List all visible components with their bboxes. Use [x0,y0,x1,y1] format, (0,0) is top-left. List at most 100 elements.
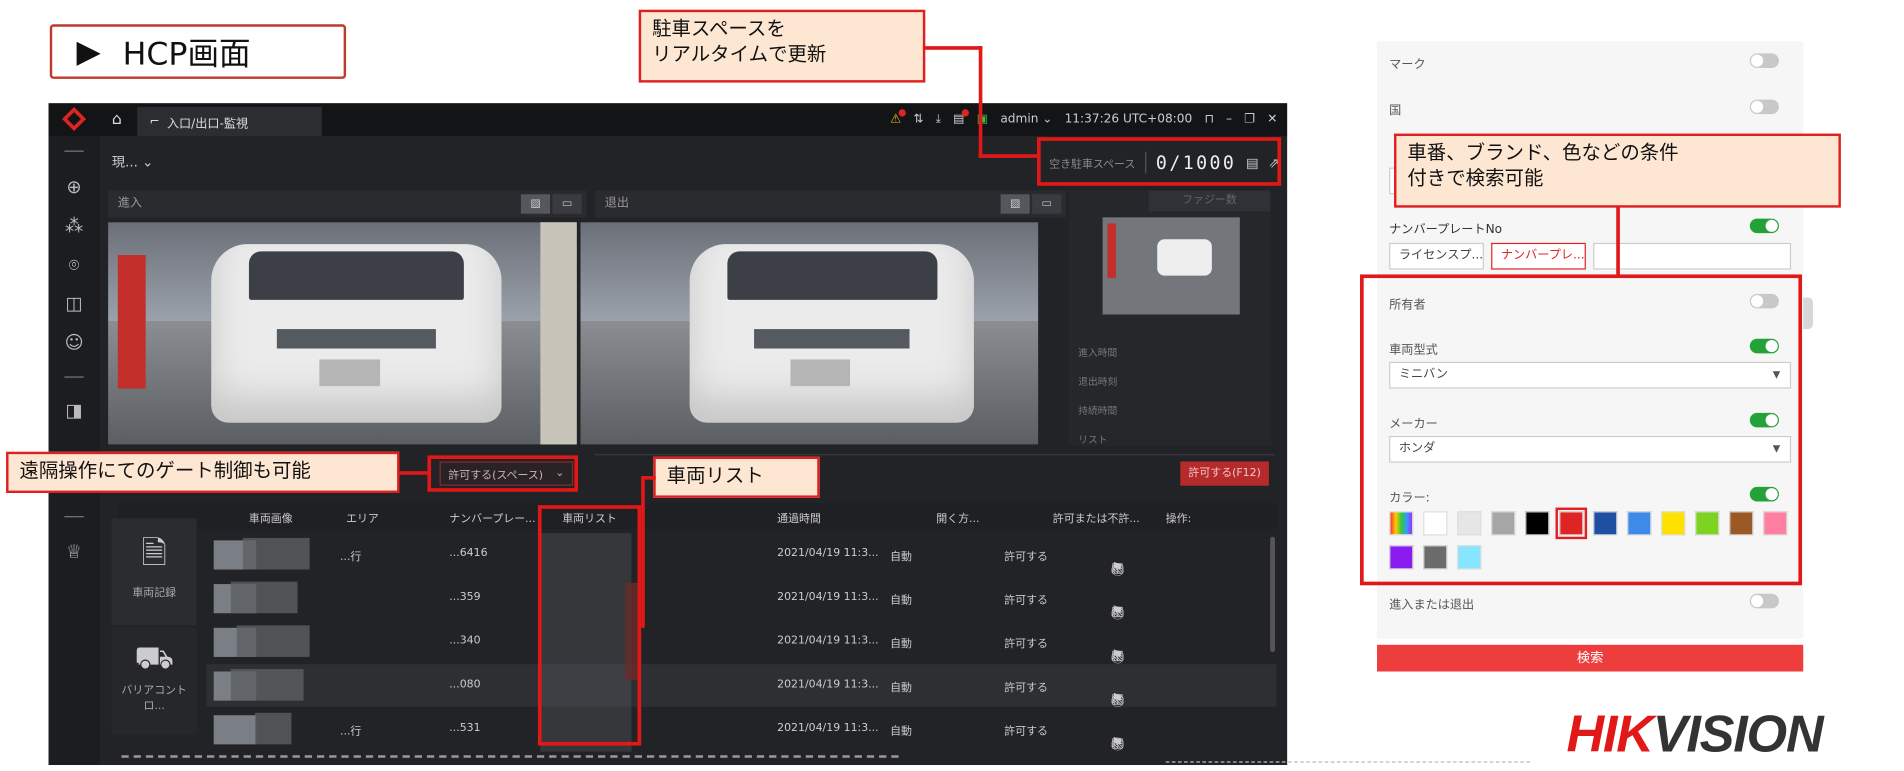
layout-icon[interactable]: ◫ [63,293,85,315]
row-plate: ...080 [449,678,481,691]
nav-separator [64,150,84,152]
annotation-line: 駐車スペースを [652,17,786,41]
row-permit: 許可する [1004,726,1048,739]
network-icon[interactable]: ⁂ [63,215,85,237]
search-icon[interactable]: ⌕ [1111,735,1118,752]
title-bar: ⌂ ⌐ 入口/出口-監視 ⚠ ⇅ ⤓ ▤ ▣ admin ⌄ 11:37:26 … [48,103,1288,137]
close-icon[interactable]: ✕ [1267,113,1277,126]
search-icon[interactable]: ⌕ [1111,560,1118,577]
table-scrollbar[interactable] [1270,536,1276,653]
vehicle-table-header: 車両画像 エリア ナンバープレー... 車両リスト 通過時間 開く方... 許可… [117,502,1278,530]
task-icon[interactable]: ▤ [953,109,971,126]
barrier-icon: ⌐ [149,114,160,129]
globe-icon[interactable]: ⊕ [63,176,85,198]
connector-line [924,46,983,50]
view-selector[interactable]: 現... ⌄ [112,152,154,171]
vehicle-record-icon: 🗎 [141,535,167,572]
row-plate: ...531 [449,722,481,735]
plate-option-number[interactable]: ナンバープレ... [1491,242,1586,270]
plate-toggle[interactable] [1749,218,1779,234]
highlight-allow-button [427,455,579,492]
row-permit: 許可する [1004,638,1048,651]
filter-country: 国 [1389,97,1791,118]
tab-entrance-exit-monitor[interactable]: ⌐ 入口/出口-監視 [137,106,322,137]
filter-plate-no: ナンバープレートNo [1389,216,1791,237]
transfer-icon[interactable]: ⇅ [913,113,923,126]
filter-plate-label: ナンバープレートNo [1389,223,1503,237]
in-out-toggle[interactable] [1749,593,1779,609]
door-icon[interactable]: ◨ [63,400,85,422]
alarm-icon[interactable]: ⚠ [890,109,906,126]
info-exit-time: 退出時刻 [1078,376,1118,388]
country-toggle[interactable] [1749,99,1779,115]
connector-line [978,154,1040,158]
row-plate: ...340 [449,635,481,648]
barrier-control-icon: ⛟ [134,639,175,677]
table-row[interactable]: ...行 ...6416 2021/04/19 11:3... 自動 許可する … [206,533,1276,578]
home-icon[interactable]: ⌂ [112,111,122,129]
row-permit: 許可する [1004,551,1048,564]
barrier-control-label: バリアコントロ... [121,684,188,713]
table-row[interactable]: ...359 2021/04/19 11:3... 自動 許可する ⓘ ⚑ ▧ ⌕ [206,577,1276,622]
table-row[interactable]: ...080 2021/04/19 11:3... 自動 許可する ⓘ ⚑ ▧ ⌕ [206,664,1277,709]
vehicle-info-panel: ファジー数 進入時間 退出時刻 持続時間 リスト [1068,190,1272,446]
col-area[interactable]: エリア [346,510,379,526]
alarm-bell-icon[interactable]: ♕ [63,540,85,562]
play-icon: ▶ [76,33,101,70]
entrance-view-switch: ▨ ▭ [520,194,582,214]
footer-dashes [1165,761,1531,763]
plate-search-input[interactable] [1593,242,1792,270]
search-icon[interactable]: ⌕ [1111,604,1118,621]
connector-line [641,476,645,628]
entrance-label: 進入 [117,196,143,211]
lock-icon[interactable]: ⊓ [1204,113,1213,126]
col-permit[interactable]: 許可または不許... [1053,510,1140,526]
video-view-icon[interactable]: ▭ [552,194,582,214]
restore-icon[interactable]: ❐ [1244,113,1255,126]
highlight-parking-counter [1037,137,1282,186]
connector-line [1616,206,1620,277]
allow-f12-button[interactable]: 許可する(F12) [1180,461,1269,486]
person-icon[interactable]: ☺ [63,332,85,354]
col-plate[interactable]: ナンバープレー... [449,510,535,526]
row-open-mode: 自動 [890,726,912,739]
row-open-mode: 自動 [890,595,912,608]
user-menu[interactable]: admin ⌄ [1000,113,1052,126]
image-view-icon[interactable]: ▨ [1000,194,1030,214]
barrier-control-card[interactable]: ⛟ バリアコントロ... [111,627,197,735]
info-entry-time: 進入時間 [1078,347,1118,359]
row-permit: 許可する [1004,682,1048,695]
hikvision-logo: HIKVISION [1566,706,1823,766]
person-frame-icon[interactable]: ⌾ [63,254,85,276]
row-permit: 許可する [1004,595,1048,608]
table-row[interactable]: ...340 2021/04/19 11:3... 自動 許可する ⓘ ⚑ ▧ ⌕ [206,621,1276,665]
capture-thumbnail [1102,217,1240,315]
image-view-icon[interactable]: ▨ [520,194,551,214]
connector-line [398,471,430,475]
fuzzy-match-button[interactable]: ファジー数 [1148,190,1271,212]
vehicle-record-card[interactable]: 🗎 車両記録 [111,518,197,626]
plate-option-license[interactable]: ライセンスプ... [1389,242,1484,270]
col-vehicle-image[interactable]: 車両画像 [249,510,293,526]
connector-line [978,46,983,158]
entrance-panel-header: 進入 ▨ ▭ [108,190,587,218]
table-row[interactable]: ...行 ...531 2021/04/19 11:3... 自動 許可する ⓘ… [206,708,1276,753]
panel-collapse-handle[interactable] [1803,297,1813,330]
exit-panel-header: 退出 ▨ ▭ [595,190,1067,218]
download-icon[interactable]: ⤓ [936,113,941,126]
footer-dashes [121,755,899,758]
hcp-app-window: ⌂ ⌐ 入口/出口-監視 ⚠ ⇅ ⤓ ▤ ▣ admin ⌄ 11:37:26 … [48,103,1288,766]
search-button[interactable]: 検索 [1377,644,1804,672]
video-view-icon[interactable]: ▭ [1032,194,1062,214]
info-duration: 持続時間 [1078,405,1118,417]
minimize-icon[interactable]: – [1226,113,1232,126]
filter-in-out-label: 進入または退出 [1389,598,1475,613]
row-plate: ...6416 [449,547,488,560]
search-icon[interactable]: ⌕ [1111,647,1118,664]
search-icon[interactable]: ⌕ [1111,691,1118,708]
row-open-mode: 自動 [890,682,912,695]
col-passing-time[interactable]: 通過時間 [777,510,821,526]
view-label: 現... [111,154,138,171]
col-open-mode[interactable]: 開く方... [936,510,979,526]
mark-toggle[interactable] [1749,53,1779,69]
